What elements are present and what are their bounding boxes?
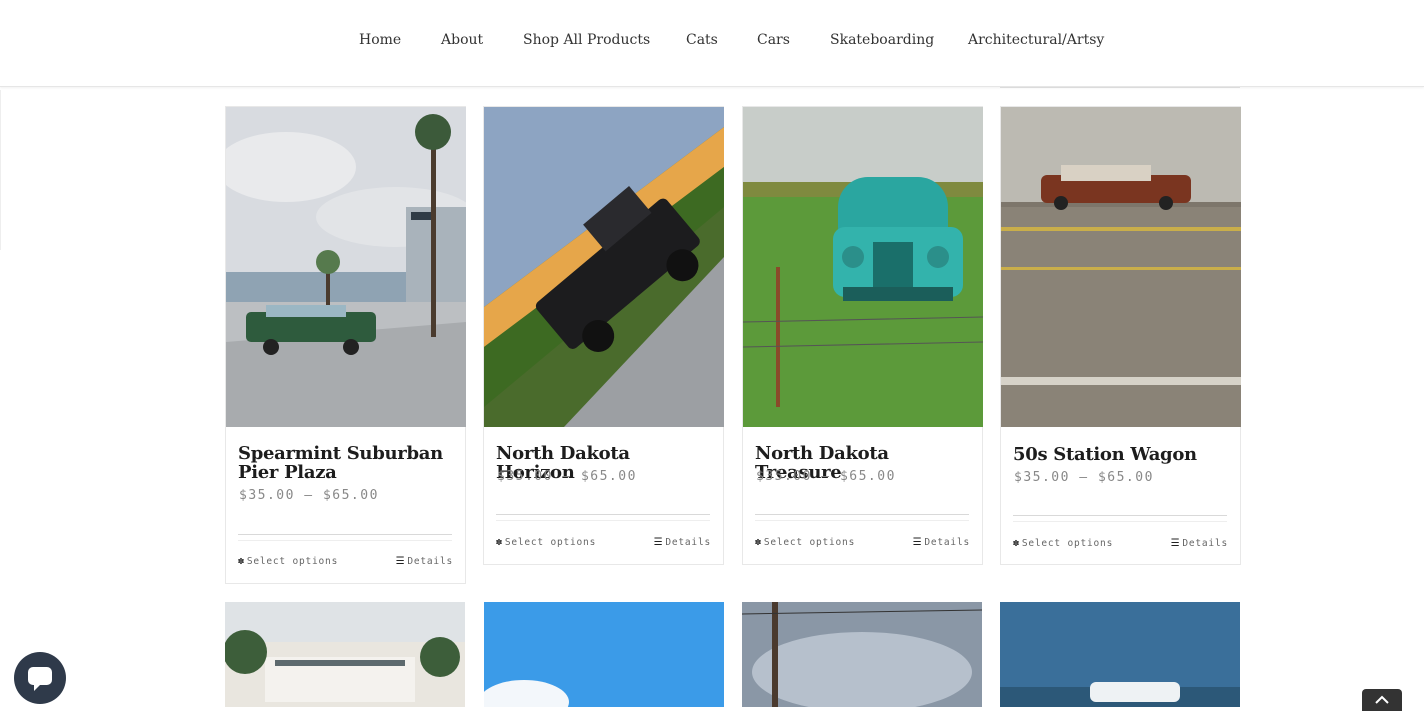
card-divider xyxy=(496,520,710,521)
product-image-row2-2[interactable] xyxy=(484,602,724,707)
list-icon: ☰ xyxy=(912,537,923,548)
card-divider xyxy=(496,514,710,515)
details-button[interactable]: ☰ Details xyxy=(654,537,711,548)
chat-widget-button[interactable] xyxy=(14,652,66,704)
product-price: $35.00 – $65.00 xyxy=(756,469,896,484)
gear-icon: ✽ xyxy=(238,556,245,567)
details-label: Details xyxy=(1182,538,1228,549)
select-options-label: Select options xyxy=(1021,538,1114,549)
select-options-label: Select options xyxy=(504,537,597,548)
list-icon: ☰ xyxy=(395,556,406,567)
product-price: $35.00 – $65.00 xyxy=(1014,470,1154,485)
details-label: Details xyxy=(665,537,711,548)
list-icon: ☰ xyxy=(653,537,664,548)
nav-cats-link[interactable]: Cats xyxy=(686,32,718,48)
card-divider xyxy=(238,540,452,541)
nav-cars-link[interactable]: Cars xyxy=(757,32,790,48)
gear-icon: ✽ xyxy=(496,537,503,548)
card-divider xyxy=(238,534,452,535)
page-divider xyxy=(0,90,1,250)
product-price: $35.00 – $65.00 xyxy=(497,469,637,484)
product-image-spearmint-suburban[interactable] xyxy=(226,107,466,427)
select-options-button[interactable]: ✽ Select options xyxy=(1013,538,1113,549)
product-card-north-dakota-treasure: North Dakota Treasure $35.00 – $65.00 ✽ S… xyxy=(742,106,983,565)
chevron-up-icon xyxy=(1375,695,1389,704)
product-image-row2-4[interactable] xyxy=(1000,602,1240,707)
product-image-north-dakota-treasure[interactable] xyxy=(743,107,983,427)
chat-bubble-icon xyxy=(28,667,52,691)
nav-shop-all-products-link[interactable]: Shop All Products xyxy=(523,32,650,48)
details-label: Details xyxy=(924,537,970,548)
details-button[interactable]: ☰ Details xyxy=(1171,538,1228,549)
card-divider xyxy=(1013,515,1227,516)
nav-architectural-artsy-link[interactable]: Architectural/Artsy xyxy=(968,32,1104,48)
product-card-north-dakota-horizon: North Dakota Horizon $35.00 – $65.00 ✽ Se… xyxy=(483,106,724,565)
select-options-button[interactable]: ✽ Select options xyxy=(755,537,855,548)
product-card-spearmint-suburban: Spearmint Suburban Pier Plaza $35.00 – $… xyxy=(225,106,466,584)
select-options-button[interactable]: ✽ Select options xyxy=(496,537,596,548)
select-options-label: Select options xyxy=(246,556,339,567)
product-price: $35.00 – $65.00 xyxy=(239,488,379,503)
product-image-north-dakota-horizon[interactable] xyxy=(484,107,724,427)
details-label: Details xyxy=(407,556,453,567)
product-image-row2-3[interactable] xyxy=(742,602,982,707)
gear-icon: ✽ xyxy=(755,537,762,548)
row-divider xyxy=(1000,87,1240,88)
nav-about-link[interactable]: About xyxy=(441,32,483,48)
select-options-button[interactable]: ✽ Select options xyxy=(238,556,338,567)
details-button[interactable]: ☰ Details xyxy=(396,556,453,567)
details-button[interactable]: ☰ Details xyxy=(913,537,970,548)
select-options-label: Select options xyxy=(763,537,856,548)
product-title[interactable]: 50s Station Wagon xyxy=(1013,445,1229,464)
product-image-row2-1[interactable] xyxy=(225,602,465,707)
list-icon: ☰ xyxy=(1170,538,1181,549)
nav-home-link[interactable]: Home xyxy=(359,32,401,48)
main-navigation: Home About Shop All Products Cats Cars S… xyxy=(0,0,1424,87)
product-image-50s-station-wagon[interactable] xyxy=(1001,107,1241,427)
card-divider xyxy=(755,514,969,515)
card-divider xyxy=(755,520,969,521)
gear-icon: ✽ xyxy=(1013,538,1020,549)
card-divider xyxy=(1013,521,1227,522)
product-card-50s-station-wagon: 50s Station Wagon $35.00 – $65.00 ✽ Selec… xyxy=(1000,106,1241,565)
nav-skateboarding-link[interactable]: Skateboarding xyxy=(830,32,934,48)
product-title[interactable]: Spearmint Suburban Pier Plaza xyxy=(238,444,454,482)
scroll-to-top-button[interactable] xyxy=(1362,689,1402,711)
